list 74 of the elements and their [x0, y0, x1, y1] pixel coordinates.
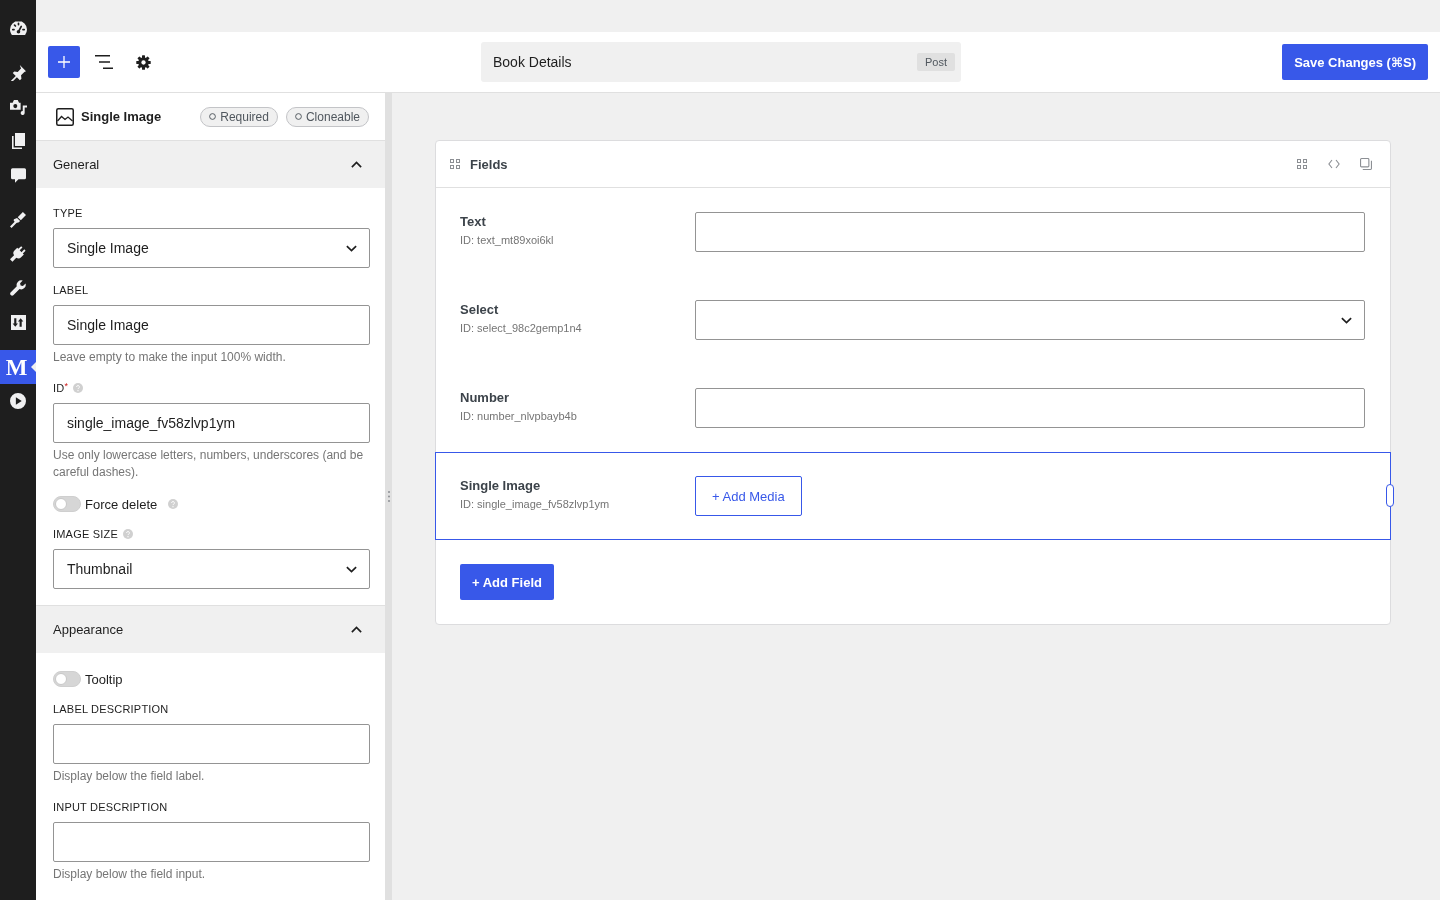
option-toggle[interactable]: Required: [200, 106, 278, 127]
select-field[interactable]: Thumbnail: [53, 549, 370, 589]
field-label: Text: [460, 213, 487, 230]
field-label: Single Image: [460, 477, 542, 494]
chevron-down-icon: [346, 565, 357, 573]
option-toggle[interactable]: Cloneable: [285, 106, 369, 127]
field-label: LABEL DESCRIPTION: [53, 702, 169, 716]
gear-icon[interactable]: [136, 54, 151, 70]
field-id-text: ID: single_image_fv58zlvp1ym: [460, 497, 611, 511]
play-icon: [10, 393, 26, 409]
chevron-down-icon: [346, 244, 357, 252]
gauge-icon: [9, 21, 27, 35]
grid-icon[interactable]: [1297, 159, 1307, 169]
text-input[interactable]: Single Image: [53, 305, 370, 345]
post-type-badge: Post: [917, 53, 955, 71]
help-text: Display below the field input.: [53, 866, 207, 883]
image-icon: [56, 107, 74, 126]
section-header[interactable]: General: [36, 141, 385, 188]
field-label: TYPE: [53, 206, 83, 220]
field-label: Select: [460, 301, 500, 318]
field-label: INPUT DESCRIPTION: [53, 800, 168, 814]
field-row[interactable]: Number ID: number_nlvpbayb4b: [435, 364, 1391, 452]
text-input[interactable]: [53, 724, 370, 764]
text-input[interactable]: [53, 822, 370, 862]
grid-icon: [450, 159, 460, 169]
toggle-switch[interactable]: [53, 496, 81, 512]
admin-menu-item[interactable]: M: [0, 350, 36, 384]
field-row[interactable]: Text ID: text_mt89xoi6kl: [435, 188, 1391, 276]
add-media-button[interactable]: + Add Media: [695, 476, 802, 516]
copy-icon[interactable]: [1360, 158, 1372, 170]
field-label: IMAGE SIZE: [53, 527, 118, 541]
plug-icon: [10, 246, 26, 262]
save-button[interactable]: Save Changes (⌘S): [1282, 44, 1428, 80]
documents-icon: [11, 133, 25, 149]
toggle-label: Force delete: [85, 496, 158, 512]
text-input[interactable]: single_image_fv58zlvp1ym: [53, 403, 370, 443]
title-field[interactable]: Book Details Post: [481, 42, 961, 82]
pushpin-icon: [10, 65, 26, 81]
field-id-text: ID: select_98c2gemp1n4: [460, 321, 583, 335]
paintbrush-icon: [10, 212, 26, 228]
add-field-button[interactable]: + Add Field: [460, 564, 554, 600]
toggle-label: Tooltip: [85, 671, 123, 687]
field-label: LABEL: [53, 283, 89, 297]
toggle-switch[interactable]: [53, 671, 81, 687]
field-row[interactable]: Select ID: select_98c2gemp1n4: [435, 276, 1391, 364]
section-header[interactable]: Appearance: [36, 606, 385, 653]
camera-music-icon: [9, 99, 27, 115]
help-text: Use only lowercase letters, numbers, underscores (and be careful dashes).: [53, 447, 365, 481]
chevron-up-icon: [351, 161, 362, 168]
help-text: Leave empty to make the input 100% width.: [53, 349, 287, 366]
chevron-up-icon: [351, 626, 362, 633]
chevron-down-icon: [1341, 316, 1352, 324]
field-label: Number: [460, 389, 511, 406]
speech-bubble-icon: [10, 167, 26, 183]
plus-icon: [58, 56, 70, 68]
add-button[interactable]: [48, 46, 80, 78]
text-input[interactable]: [695, 212, 1365, 252]
drag-dots-icon: [387, 491, 390, 502]
title-input[interactable]: Book Details: [493, 54, 917, 70]
code-icon[interactable]: [1328, 159, 1340, 169]
number-input[interactable]: [695, 388, 1365, 428]
field-label: ID$^{*}$: [53, 381, 69, 395]
select-field[interactable]: Single Image: [53, 228, 370, 268]
field-id-text: ID: text_mt89xoi6kl: [460, 233, 555, 247]
field-row[interactable]: Single Image ID: single_image_fv58zlvp1ym + Add Media: [435, 452, 1391, 540]
select-field[interactable]: [695, 300, 1365, 340]
list-icon[interactable]: [95, 55, 113, 69]
help-text: Display below the field label.: [53, 768, 206, 785]
field-type-title: Single Image: [81, 109, 162, 124]
resize-handle[interactable]: [1386, 484, 1394, 507]
sliders-icon: [10, 314, 26, 330]
field-id-text: ID: number_nlvpbayb4b: [460, 409, 578, 423]
card-title: Fields: [470, 156, 508, 172]
wrench-icon: [10, 280, 26, 296]
